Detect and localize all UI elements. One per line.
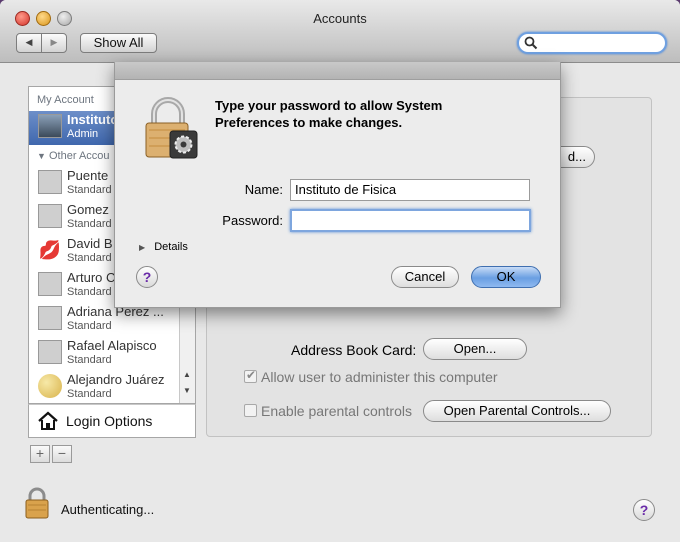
- lips-avatar-icon: 💋: [38, 238, 62, 262]
- scroll-up-arrow-icon[interactable]: ▲: [183, 370, 191, 379]
- user-name: Alejandro Juárez: [67, 372, 165, 387]
- help-button[interactable]: ?: [633, 499, 655, 521]
- authenticating-status: Authenticating...: [61, 502, 155, 517]
- show-all-label: Show All: [93, 35, 144, 50]
- user-name: Gomez: [67, 202, 109, 217]
- my-account-header: My Account: [37, 94, 94, 106]
- authentication-lock-icon[interactable]: [22, 486, 52, 520]
- user-role: Standard: [67, 184, 112, 196]
- user-name: Rafael Alapisco: [67, 338, 157, 353]
- user-item-4[interactable]: Adriana Perez ... Standard: [29, 303, 179, 337]
- checkmark-icon: ✔: [246, 368, 257, 382]
- open-parental-controls-button[interactable]: Open Parental Controls...: [423, 400, 611, 422]
- user-name: Arturo C: [67, 270, 116, 285]
- address-book-label: Address Book Card:: [291, 342, 417, 358]
- dialog-help-button[interactable]: ?: [136, 266, 158, 288]
- dialog-message: Type your password to allow System Prefe…: [215, 98, 443, 130]
- current-user-name: Instituto: [67, 112, 119, 127]
- back-button[interactable]: ◀: [16, 33, 42, 53]
- name-label: Name:: [244, 182, 283, 197]
- search-field[interactable]: [517, 32, 667, 54]
- open-address-book-button[interactable]: Open...: [423, 338, 527, 360]
- title-bar: Accounts ◀ ▶ Show All: [0, 0, 680, 63]
- forward-button[interactable]: ▶: [41, 33, 67, 53]
- disclosure-triangle-icon: ▶: [139, 243, 146, 252]
- back-arrow-icon: ◀: [25, 37, 33, 47]
- tennis-ball-avatar-icon: [38, 374, 62, 398]
- forward-arrow-icon: ▶: [50, 37, 58, 47]
- cancel-button[interactable]: Cancel: [391, 266, 459, 288]
- user-role: Standard: [67, 354, 112, 366]
- name-field[interactable]: Instituto de Fisica: [290, 179, 530, 201]
- details-label: Details: [154, 241, 188, 253]
- other-accounts-header: ▼ Other Accou: [37, 150, 110, 162]
- avatar: [38, 272, 62, 296]
- search-icon: [524, 36, 538, 50]
- allow-admin-label: Allow user to administer this computer: [261, 369, 498, 385]
- ok-button[interactable]: OK: [471, 266, 541, 288]
- window-title: Accounts: [313, 11, 367, 26]
- login-options-item[interactable]: Login Options: [28, 404, 196, 438]
- other-accounts-label: Other Accou: [48, 150, 110, 162]
- user-role: Standard: [67, 320, 112, 332]
- allow-admin-checkbox[interactable]: ✔: [244, 368, 257, 383]
- password-field[interactable]: [290, 209, 531, 232]
- avatar: [38, 204, 62, 228]
- lock-gear-icon: [141, 94, 199, 160]
- user-name: David B: [67, 236, 113, 251]
- user-name: Puente: [67, 168, 109, 183]
- avatar: [38, 114, 62, 138]
- disclosure-triangle-icon: ▼: [37, 151, 46, 161]
- parental-controls-checkbox[interactable]: [244, 404, 257, 417]
- house-icon: [38, 411, 58, 430]
- avatar: [38, 170, 62, 194]
- current-user-role: Admin: [67, 128, 99, 140]
- add-user-button[interactable]: +: [30, 445, 50, 463]
- password-label: Password:: [222, 213, 283, 228]
- scroll-down-arrow-icon[interactable]: ▼: [183, 386, 191, 395]
- parental-controls-label: Enable parental controls: [261, 403, 412, 419]
- user-item-5[interactable]: Rafael Alapisco Standard: [29, 337, 179, 371]
- avatar: [38, 340, 62, 364]
- user-item-6[interactable]: Alejandro Juárez Standard: [29, 371, 179, 405]
- user-role: Standard: [67, 252, 112, 264]
- user-role: Standard: [67, 218, 112, 230]
- login-options-label: Login Options: [66, 413, 153, 429]
- remove-user-button[interactable]: −: [52, 445, 72, 463]
- user-role: Standard: [67, 286, 112, 298]
- user-role: Standard: [67, 388, 112, 400]
- authentication-dialog: Type your password to allow System Prefe…: [114, 62, 561, 308]
- avatar: [38, 306, 62, 330]
- dialog-header-strip: [115, 62, 560, 80]
- details-disclosure[interactable]: ▶ Details: [139, 241, 188, 253]
- show-all-button[interactable]: Show All: [80, 33, 157, 53]
